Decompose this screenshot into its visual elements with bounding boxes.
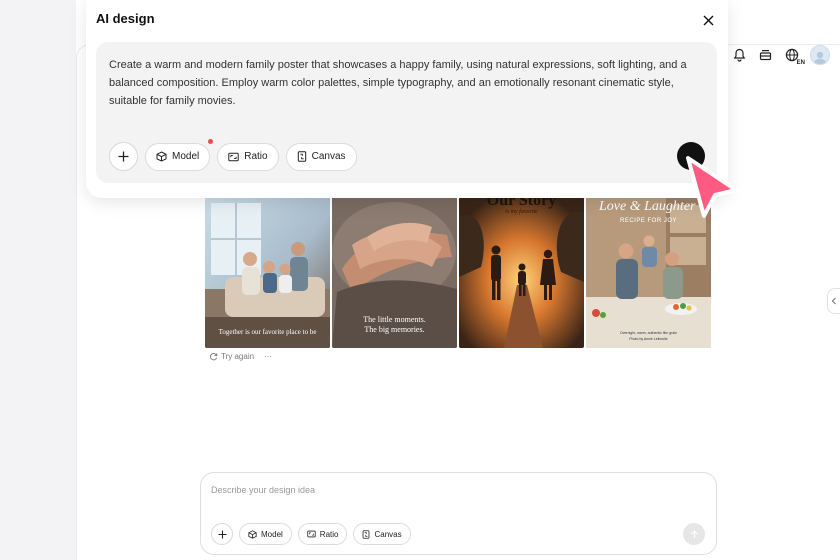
chevron-left-icon <box>831 297 836 305</box>
result-actions: Try again ··· <box>209 352 272 361</box>
canvas-label: Canvas <box>311 151 346 162</box>
canvas-icon <box>363 529 370 539</box>
result-image-3[interactable]: Our Story is my favorite <box>459 197 584 348</box>
ratio-label: Ratio <box>244 151 268 162</box>
plus-icon <box>118 151 129 162</box>
canvas-button[interactable]: Canvas <box>285 142 357 171</box>
prompt-text[interactable]: Create a warm and modern family poster t… <box>109 56 709 110</box>
prompt-toolbar: Model Ratio Canvas <box>109 138 357 171</box>
close-button[interactable] <box>700 12 716 28</box>
canvas-icon <box>297 151 306 162</box>
tile-4-footer-line2: Photo by Annie Leibovitz <box>629 337 668 341</box>
family-living-room-image <box>205 197 330 348</box>
arrow-up-icon <box>690 529 698 538</box>
more-options-button[interactable]: ··· <box>264 352 272 361</box>
ratio-button[interactable]: Ratio <box>217 142 279 171</box>
bottom-canvas-button[interactable]: Canvas <box>353 523 411 545</box>
ratio-icon <box>228 152 239 161</box>
language-globe-icon[interactable]: EN <box>782 46 805 66</box>
collapse-panel-toggle[interactable] <box>827 288 840 314</box>
add-attachment-button[interactable] <box>109 142 138 171</box>
inbox-icon[interactable] <box>756 46 774 64</box>
avatar[interactable] <box>810 45 830 65</box>
tile-2-caption-line2: The big memories. <box>364 325 425 334</box>
tile-2-caption-line1: The little moments. <box>363 315 426 324</box>
close-icon <box>703 15 713 25</box>
design-idea-input-box[interactable]: Describe your design idea Model Ratio Ca… <box>200 472 717 555</box>
mouse-cursor-icon <box>686 156 738 218</box>
model-label: Model <box>172 151 200 162</box>
bottom-send-button[interactable] <box>683 523 705 545</box>
app-stage: EN Together is our favorite place to be … <box>0 0 840 560</box>
refresh-icon <box>209 353 218 361</box>
bottom-ratio-button[interactable]: Ratio <box>297 523 348 545</box>
result-image-1[interactable]: Together is our favorite place to be <box>205 197 330 348</box>
tile-3-subtitle: is my favorite <box>505 209 538 215</box>
bell-icon[interactable] <box>730 46 748 64</box>
bottom-add-button[interactable] <box>211 523 233 545</box>
language-code: EN <box>796 60 805 66</box>
bottom-ratio-label: Ratio <box>319 529 339 539</box>
bottom-toolbar: Model Ratio Canvas <box>211 523 411 545</box>
try-again-button[interactable]: Try again <box>209 352 254 361</box>
cube-icon <box>156 151 167 162</box>
plus-icon <box>218 530 226 538</box>
modal-title: AI design <box>96 11 155 26</box>
tile-4-footer-line1: Overnight, warm, authentic film grain <box>620 331 677 335</box>
cube-icon <box>248 529 257 539</box>
prompt-input-area[interactable]: Create a warm and modern family poster t… <box>96 42 717 183</box>
model-button[interactable]: Model <box>145 138 214 171</box>
try-again-label: Try again <box>221 352 255 361</box>
result-image-2[interactable]: The little moments. The big memories. <box>332 197 457 348</box>
bottom-canvas-label: Canvas <box>374 529 402 539</box>
result-gallery: Together is our favorite place to be The… <box>205 197 711 348</box>
tile-1-caption: Together is our favorite place to be <box>218 328 317 336</box>
design-idea-placeholder[interactable]: Describe your design idea <box>211 485 315 495</box>
top-toolbar: EN <box>730 44 830 66</box>
ratio-icon <box>307 530 316 538</box>
notification-dot <box>208 138 214 144</box>
ai-design-modal: AI design Create a warm and modern famil… <box>86 0 728 198</box>
bottom-model-label: Model <box>261 529 283 539</box>
left-sidebar <box>0 0 76 560</box>
family-walking-sunset-image <box>459 197 584 348</box>
bottom-model-button[interactable]: Model <box>239 523 292 545</box>
